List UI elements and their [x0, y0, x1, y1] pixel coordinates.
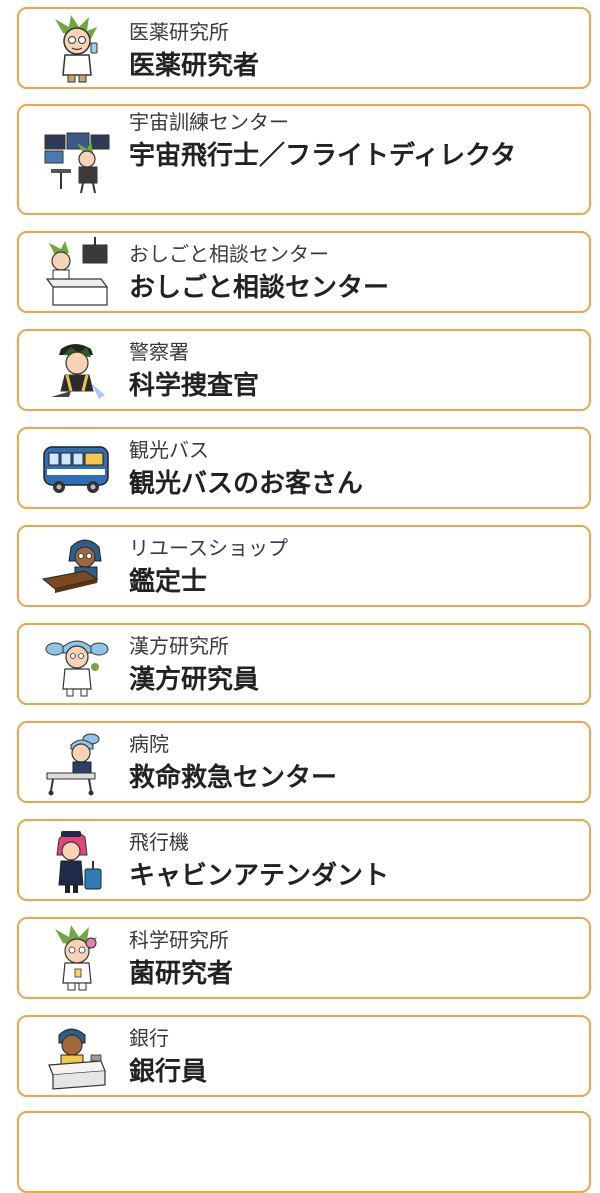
forensic-investigator-avatar-icon: [41, 335, 113, 407]
green-hair-scientist-avatar-icon: [41, 923, 113, 995]
appraiser-at-desk-avatar-icon: [41, 531, 113, 603]
job-card-pharma-researcher[interactable]: 医薬研究所 医薬研究者: [17, 7, 591, 89]
job-card-cabin-attendant[interactable]: 飛行機 キャビンアテンダント: [17, 819, 591, 901]
consultation-desk-avatar-icon: [41, 237, 113, 309]
job-title: 科学捜査官: [129, 371, 260, 401]
workplace-label: 銀行: [129, 1026, 169, 1050]
workplace-label: リユースショップ: [129, 536, 288, 560]
job-card-bank-teller[interactable]: 銀行 銀行員: [17, 1015, 591, 1097]
workplace-label: 宇宙訓練センター: [129, 110, 289, 134]
job-title: 鑑定士: [129, 567, 208, 597]
workplace-label: 飛行機: [129, 830, 189, 854]
job-card-tour-bus-guest[interactable]: 観光バス 観光バスのお客さん: [17, 427, 591, 509]
workplace-label: 病院: [129, 732, 169, 756]
job-card-forensic-investigator[interactable]: 警察署 科学捜査官: [17, 329, 591, 411]
job-card-emergency-center[interactable]: 病院 救命救急センター: [17, 721, 591, 803]
job-card-appraiser[interactable]: リユースショップ 鑑定士: [17, 525, 591, 607]
flight-director-monitors-avatar-icon: [41, 125, 113, 197]
job-title: おしごと相談センター: [129, 273, 390, 303]
workplace-label: 観光バス: [129, 438, 209, 462]
workplace-label: 漢方研究所: [129, 634, 229, 658]
tour-bus-icon: [41, 433, 113, 505]
job-title: 宇宙飛行士／フライトディレクタ: [129, 141, 517, 171]
green-hair-researcher-avatar-icon: [41, 13, 113, 85]
emergency-staff-stretcher-avatar-icon: [41, 727, 113, 799]
cabin-attendant-suitcase-avatar-icon: [41, 825, 113, 897]
job-title: 銀行員: [129, 1057, 208, 1087]
job-title: キャビンアテンダント: [129, 861, 390, 891]
workplace-job-list: 医薬研究所 医薬研究者 宇宙訓練センター 宇宙飛行士／フライトディレクタ おしご…: [0, 0, 600, 1193]
workplace-label: 科学研究所: [129, 928, 229, 952]
job-title: 救命救急センター: [129, 763, 338, 793]
job-title: 観光バスのお客さん: [129, 469, 364, 499]
job-title: 医薬研究者: [129, 51, 260, 81]
job-card-microbe-researcher[interactable]: 科学研究所 菌研究者: [17, 917, 591, 999]
job-card-kampo-researcher[interactable]: 漢方研究所 漢方研究員: [17, 623, 591, 705]
job-title: 漢方研究員: [129, 665, 260, 695]
job-card-astronaut-flight-director[interactable]: 宇宙訓練センター 宇宙飛行士／フライトディレクタ: [17, 104, 591, 215]
bank-teller-counter-avatar-icon: [41, 1021, 113, 1093]
workplace-label: 警察署: [129, 340, 189, 364]
job-title: 菌研究者: [129, 959, 234, 989]
job-card-career-consultation[interactable]: おしごと相談センター おしごと相談センター: [17, 231, 591, 313]
job-card-partial-next[interactable]: [17, 1111, 591, 1193]
workplace-label: おしごと相談センター: [129, 242, 329, 266]
workplace-label: 医薬研究所: [129, 20, 229, 44]
blue-twin-tail-researcher-avatar-icon: [41, 629, 113, 701]
